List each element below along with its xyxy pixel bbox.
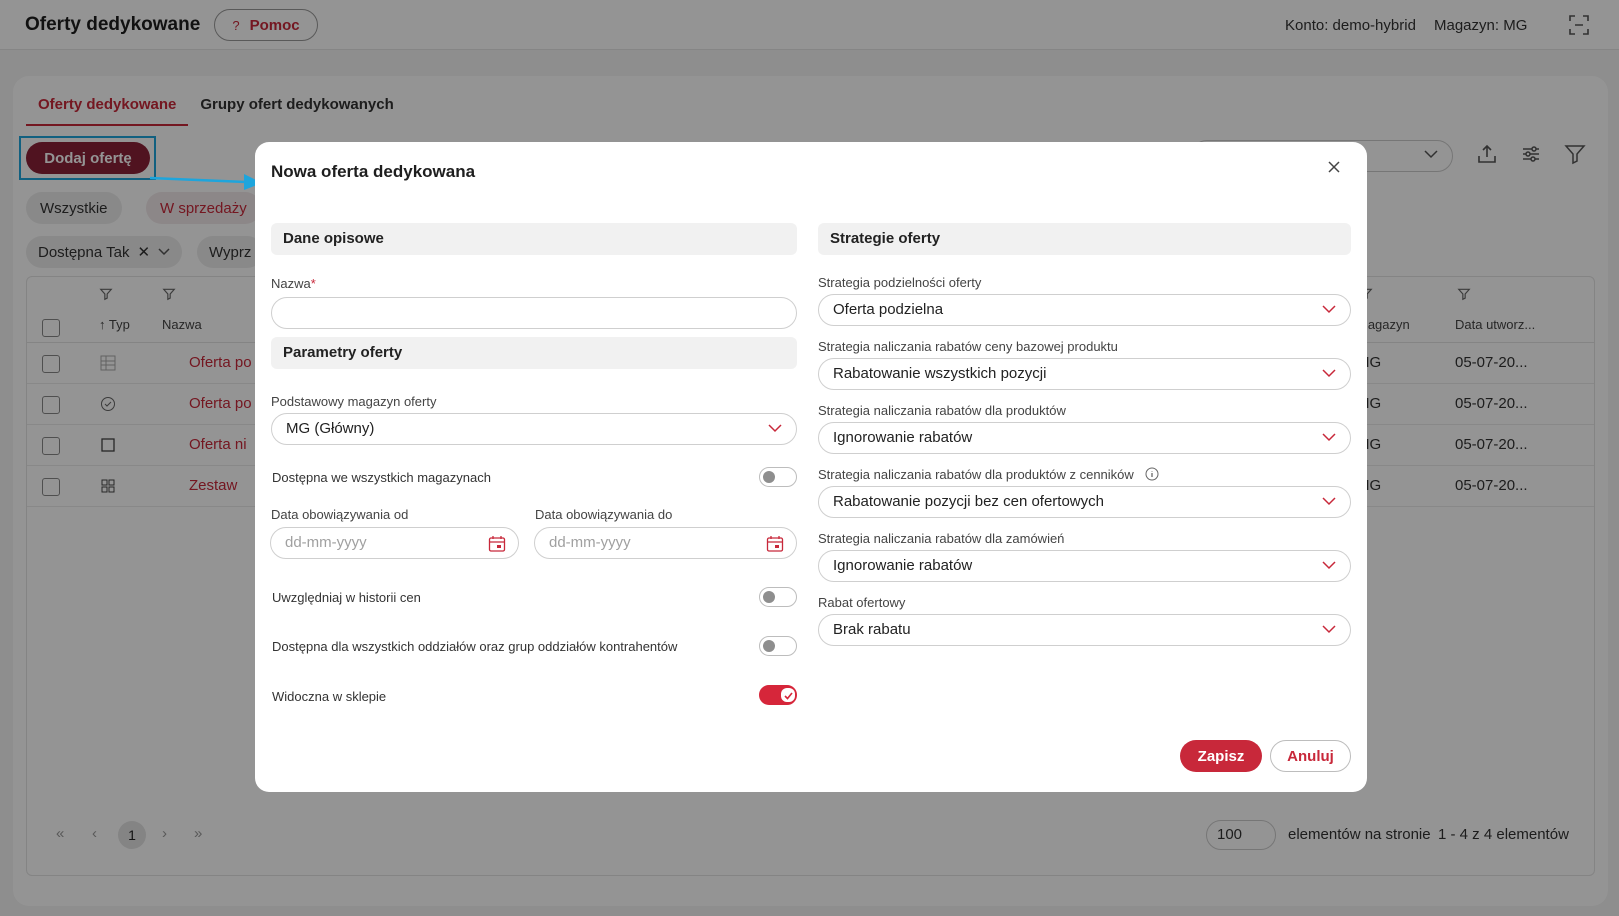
price-history-toggle[interactable] (759, 587, 797, 607)
section-descriptive: Dane opisowe (271, 223, 797, 255)
chevron-down-icon (1322, 305, 1336, 314)
base-store-label: Podstawowy magazyn oferty (271, 394, 437, 409)
base-store-select[interactable]: MG (Główny) (271, 413, 797, 445)
all-branches-label: Dostępna dla wszystkich oddziałów oraz g… (272, 639, 678, 654)
calendar-icon[interactable] (766, 535, 784, 553)
chevron-down-icon (1322, 433, 1336, 442)
base-price-value: Rabatowanie wszystkich pozycji (833, 365, 1047, 382)
discount-label: Rabat ofertowy (818, 595, 906, 610)
price-history-label: Uwzględniaj w historii cen (272, 590, 421, 605)
calendar-icon[interactable] (488, 535, 506, 553)
name-input[interactable] (271, 297, 797, 329)
toggle-knob (763, 471, 775, 483)
cancel-button[interactable]: Anuluj (1270, 740, 1351, 772)
all-stores-label: Dostępna we wszystkich magazynach (272, 470, 491, 485)
section-parameters: Parametry oferty (271, 337, 797, 369)
close-icon[interactable] (1326, 159, 1342, 175)
products-label: Strategia naliczania rabatów dla produkt… (818, 403, 1066, 418)
orders-label: Strategia naliczania rabatów dla zamówie… (818, 531, 1065, 546)
products-value: Ignorowanie rabatów (833, 429, 973, 446)
divisibility-label: Strategia podzielności oferty (818, 275, 982, 290)
orders-value: Ignorowanie rabatów (833, 557, 973, 574)
new-offer-dialog: Nowa oferta dedykowana Dane opisowe Nazw… (255, 142, 1367, 792)
required-marker: * (310, 276, 316, 291)
base-store-value: MG (Główny) (286, 420, 375, 437)
date-from-input[interactable]: dd-mm-yyyy (270, 527, 519, 559)
info-icon[interactable] (1145, 467, 1159, 481)
save-button[interactable]: Zapisz (1180, 740, 1262, 772)
products-select[interactable]: Ignorowanie rabatów (818, 422, 1351, 454)
pricelist-label: Strategia naliczania rabatów dla produkt… (818, 467, 1134, 482)
visible-shop-label: Widoczna w sklepie (272, 689, 387, 704)
base-price-label: Strategia naliczania rabatów ceny bazowe… (818, 339, 1118, 354)
base-price-select[interactable]: Rabatowanie wszystkich pozycji (818, 358, 1351, 390)
toggle-knob (763, 640, 775, 652)
name-label-text: Nazwa (271, 276, 311, 291)
chevron-down-icon (1322, 625, 1336, 634)
check-icon (784, 692, 793, 700)
pointer-arrow-icon (149, 174, 262, 190)
divisibility-value: Oferta podzielna (833, 301, 944, 318)
visible-shop-toggle[interactable] (759, 685, 797, 705)
all-branches-toggle[interactable] (759, 636, 797, 656)
toggle-knob (763, 591, 775, 603)
date-from-placeholder: dd-mm-yyyy (285, 534, 367, 551)
orders-select[interactable]: Ignorowanie rabatów (818, 550, 1351, 582)
date-from-label: Data obowiązywania od (271, 507, 409, 522)
pricelist-select[interactable]: Rabatowanie pozycji bez cen ofertowych (818, 486, 1351, 518)
dialog-title: Nowa oferta dedykowana (271, 162, 476, 181)
name-label: Nazwa* (271, 276, 316, 291)
pricelist-value: Rabatowanie pozycji bez cen ofertowych (833, 493, 1104, 510)
discount-value: Brak rabatu (833, 621, 911, 638)
section-strategies: Strategie oferty (818, 223, 1351, 255)
discount-select[interactable]: Brak rabatu (818, 614, 1351, 646)
chevron-down-icon (1322, 497, 1336, 506)
chevron-down-icon (768, 424, 782, 433)
all-stores-toggle[interactable] (759, 467, 797, 487)
date-to-label: Data obowiązywania do (535, 507, 673, 522)
divisibility-select[interactable]: Oferta podzielna (818, 294, 1351, 326)
date-to-input[interactable]: dd-mm-yyyy (534, 527, 797, 559)
chevron-down-icon (1322, 369, 1336, 378)
chevron-down-icon (1322, 561, 1336, 570)
date-to-placeholder: dd-mm-yyyy (549, 534, 631, 551)
